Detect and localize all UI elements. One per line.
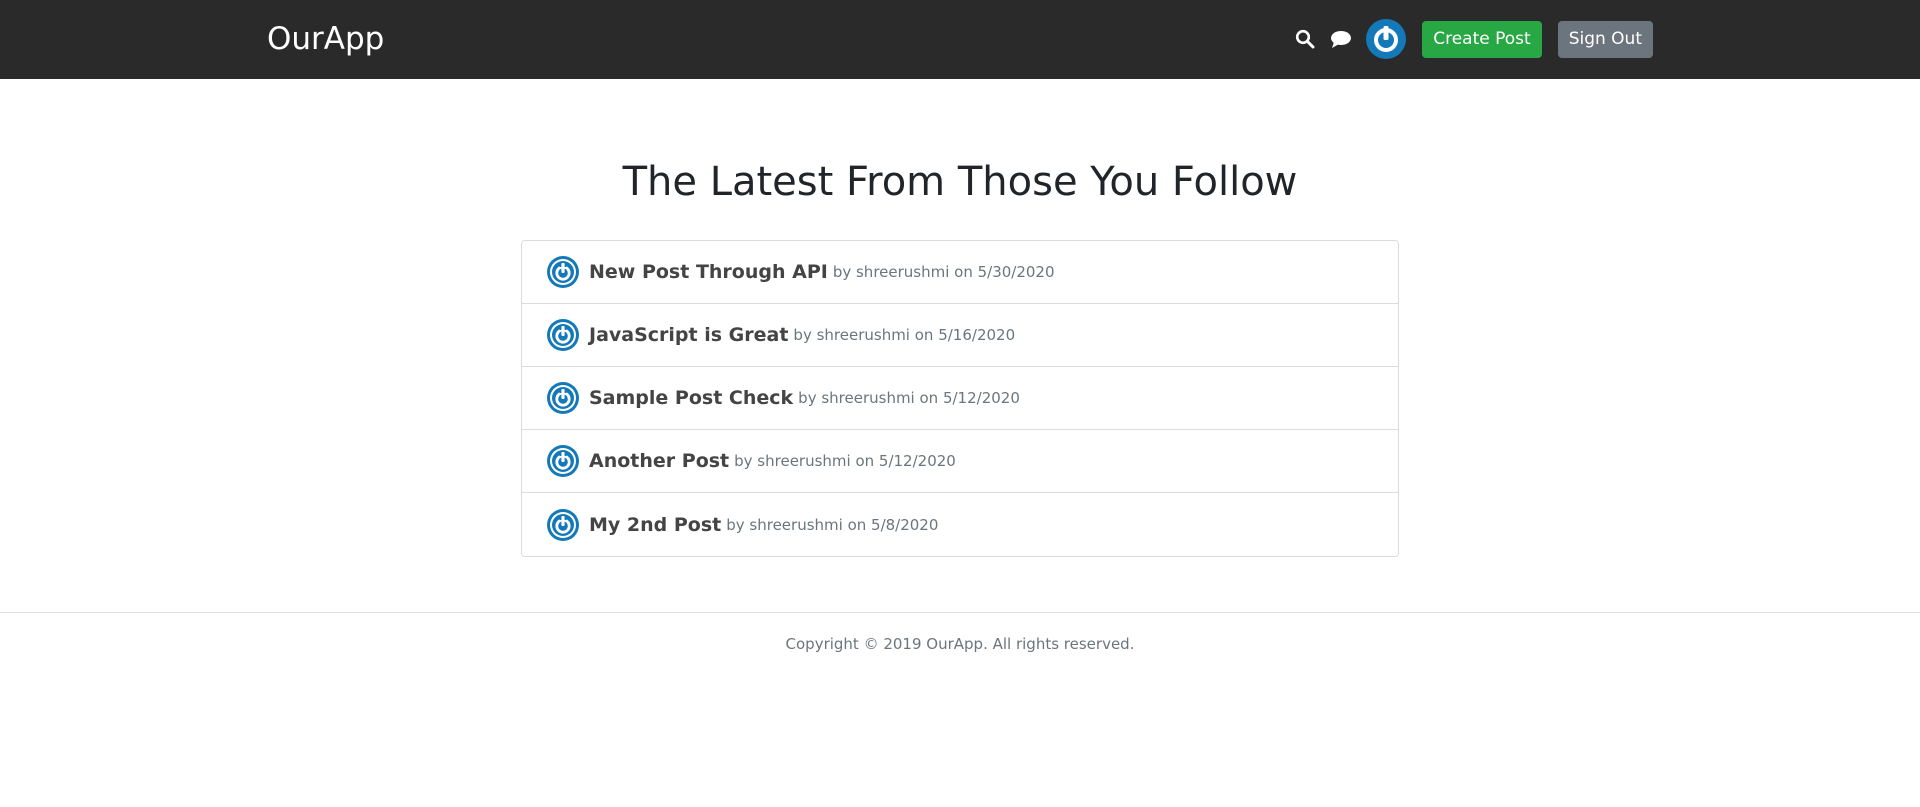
post-meta: by shreerushmi on 5/8/2020 (726, 515, 939, 534)
post-meta: by shreerushmi on 5/12/2020 (734, 452, 956, 470)
avatar (547, 319, 579, 351)
avatar[interactable] (1366, 19, 1407, 59)
avatar (547, 382, 579, 414)
list-item[interactable]: My 2nd Post by shreerushmi on 5/8/2020 (522, 493, 1398, 556)
create-post-button[interactable]: Create Post (1422, 20, 1542, 58)
list-item[interactable]: Sample Post Check by shreerushmi on 5/12… (522, 367, 1398, 430)
post-title: My 2nd Post (589, 513, 722, 536)
search-icon[interactable] (1292, 26, 1318, 52)
avatar (547, 445, 579, 477)
post-meta: by shreerushmi on 5/16/2020 (793, 326, 1016, 344)
page-title: The Latest From Those You Follow (622, 159, 1298, 205)
post-title: Sample Post Check (589, 387, 794, 409)
post-meta: by shreerushmi on 5/30/2020 (832, 263, 1055, 281)
copyright-text: Copyright © 2019 OurApp. All rights rese… (785, 635, 1135, 653)
navbar-actions: Create Post Sign Out (1292, 19, 1653, 59)
chat-icon[interactable] (1328, 26, 1354, 52)
navbar: OurApp Create Post Sign Out (0, 0, 1920, 79)
avatar (547, 256, 579, 288)
list-item[interactable]: Another Post by shreerushmi on 5/12/2020 (522, 430, 1398, 493)
brand-logo[interactable]: OurApp (267, 20, 384, 58)
post-meta: by shreerushmi on 5/12/2020 (798, 389, 1020, 407)
main-content: The Latest From Those You Follow New Pos… (0, 158, 1920, 557)
post-title: Another Post (589, 450, 730, 472)
post-list: New Post Through API by shreerushmi on 5… (521, 240, 1399, 557)
post-title: JavaScript is Great (589, 324, 789, 346)
list-item[interactable]: JavaScript is Great by shreerushmi on 5/… (522, 304, 1398, 367)
list-item[interactable]: New Post Through API by shreerushmi on 5… (522, 241, 1398, 304)
sign-out-button[interactable]: Sign Out (1557, 20, 1653, 58)
avatar (547, 508, 579, 541)
footer: Copyright © 2019 OurApp. All rights rese… (0, 612, 1920, 653)
post-title: New Post Through API (589, 261, 828, 283)
